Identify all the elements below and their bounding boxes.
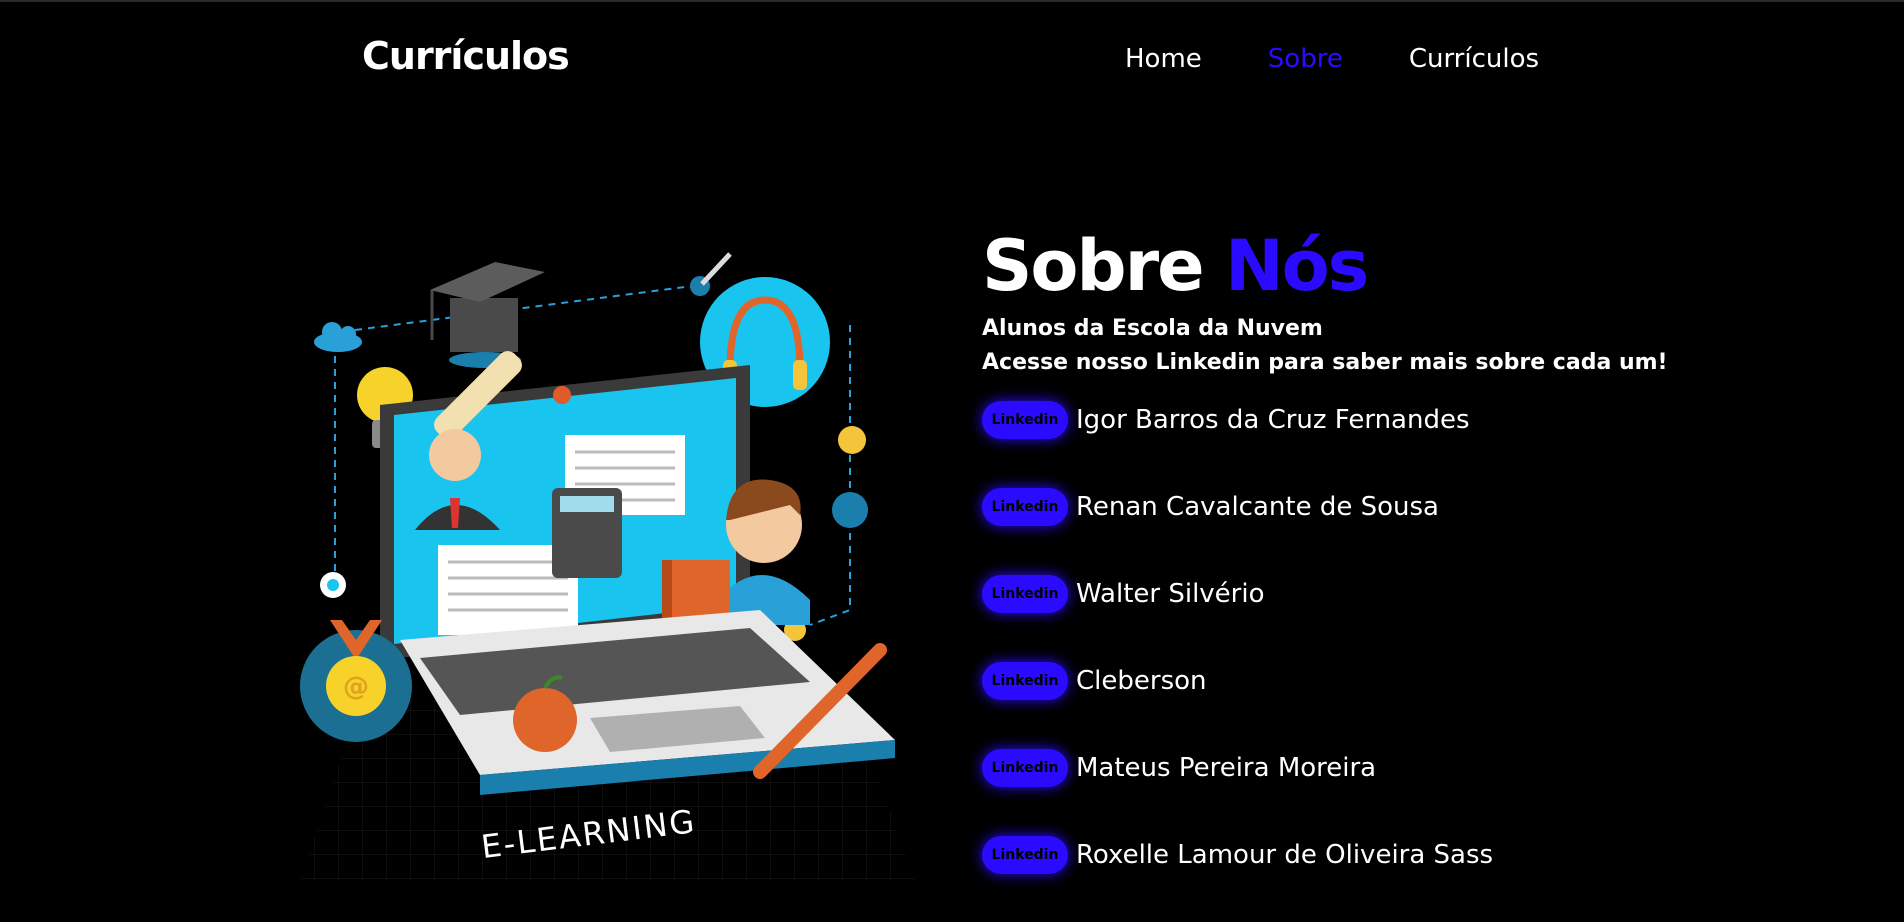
title-main: Sobre — [982, 225, 1205, 307]
nav-home[interactable]: Home — [1125, 44, 1202, 74]
linkedin-button[interactable]: Linkedin — [982, 488, 1068, 526]
linkedin-button[interactable]: Linkedin — [982, 749, 1068, 787]
page-title: Sobre Nós — [982, 226, 1668, 306]
calculator-icon — [552, 488, 622, 578]
subtitle-linkedin: Acesse nosso Linkedin para saber mais so… — [982, 350, 1668, 375]
linkedin-button[interactable]: Linkedin — [982, 401, 1068, 439]
e-learning-illustration: @ E-LEARNING — [300, 252, 915, 880]
main-nav: Home Sobre Currículos — [1125, 44, 1539, 74]
nav-curriculos[interactable]: Currículos — [1409, 44, 1539, 74]
member-list: Linkedin Igor Barros da Cruz Fernandes L… — [982, 400, 1668, 875]
nav-sobre[interactable]: Sobre — [1268, 44, 1343, 74]
member-name: Roxelle Lamour de Oliveira Sass — [1076, 840, 1494, 870]
graduation-cap-icon — [430, 262, 545, 368]
member-name: Igor Barros da Cruz Fernandes — [1076, 405, 1470, 435]
linkedin-button[interactable]: Linkedin — [982, 575, 1068, 613]
member-name: Renan Cavalcante de Sousa — [1076, 492, 1439, 522]
member-name: Cleberson — [1076, 666, 1207, 696]
svg-text:@: @ — [343, 672, 369, 702]
pen-icon — [690, 252, 732, 296]
subtitle-school: Alunos da Escola da Nuvem — [982, 316, 1323, 341]
about-section: Sobre Nós Alunos da Escola da Nuvem Aces… — [982, 226, 1668, 922]
list-item: Linkedin Cleberson — [982, 661, 1668, 701]
title-accent: Nós — [1225, 225, 1369, 307]
list-item: Linkedin Roxelle Lamour de Oliveira Sass — [982, 835, 1668, 875]
linkedin-button[interactable]: Linkedin — [982, 836, 1068, 874]
top-border — [0, 0, 1904, 2]
list-item: Linkedin Igor Barros da Cruz Fernandes — [982, 400, 1668, 440]
brand-logo[interactable]: Currículos — [362, 34, 570, 78]
list-item: Linkedin Mateus Pereira Moreira — [982, 748, 1668, 788]
cloud-icon — [314, 322, 362, 352]
member-name: Mateus Pereira Moreira — [1076, 753, 1377, 783]
member-name: Walter Silvério — [1076, 579, 1265, 609]
list-item: Linkedin Walter Silvério — [982, 574, 1668, 614]
list-item: Linkedin Renan Cavalcante de Sousa — [982, 487, 1668, 527]
linkedin-button[interactable]: Linkedin — [982, 662, 1068, 700]
